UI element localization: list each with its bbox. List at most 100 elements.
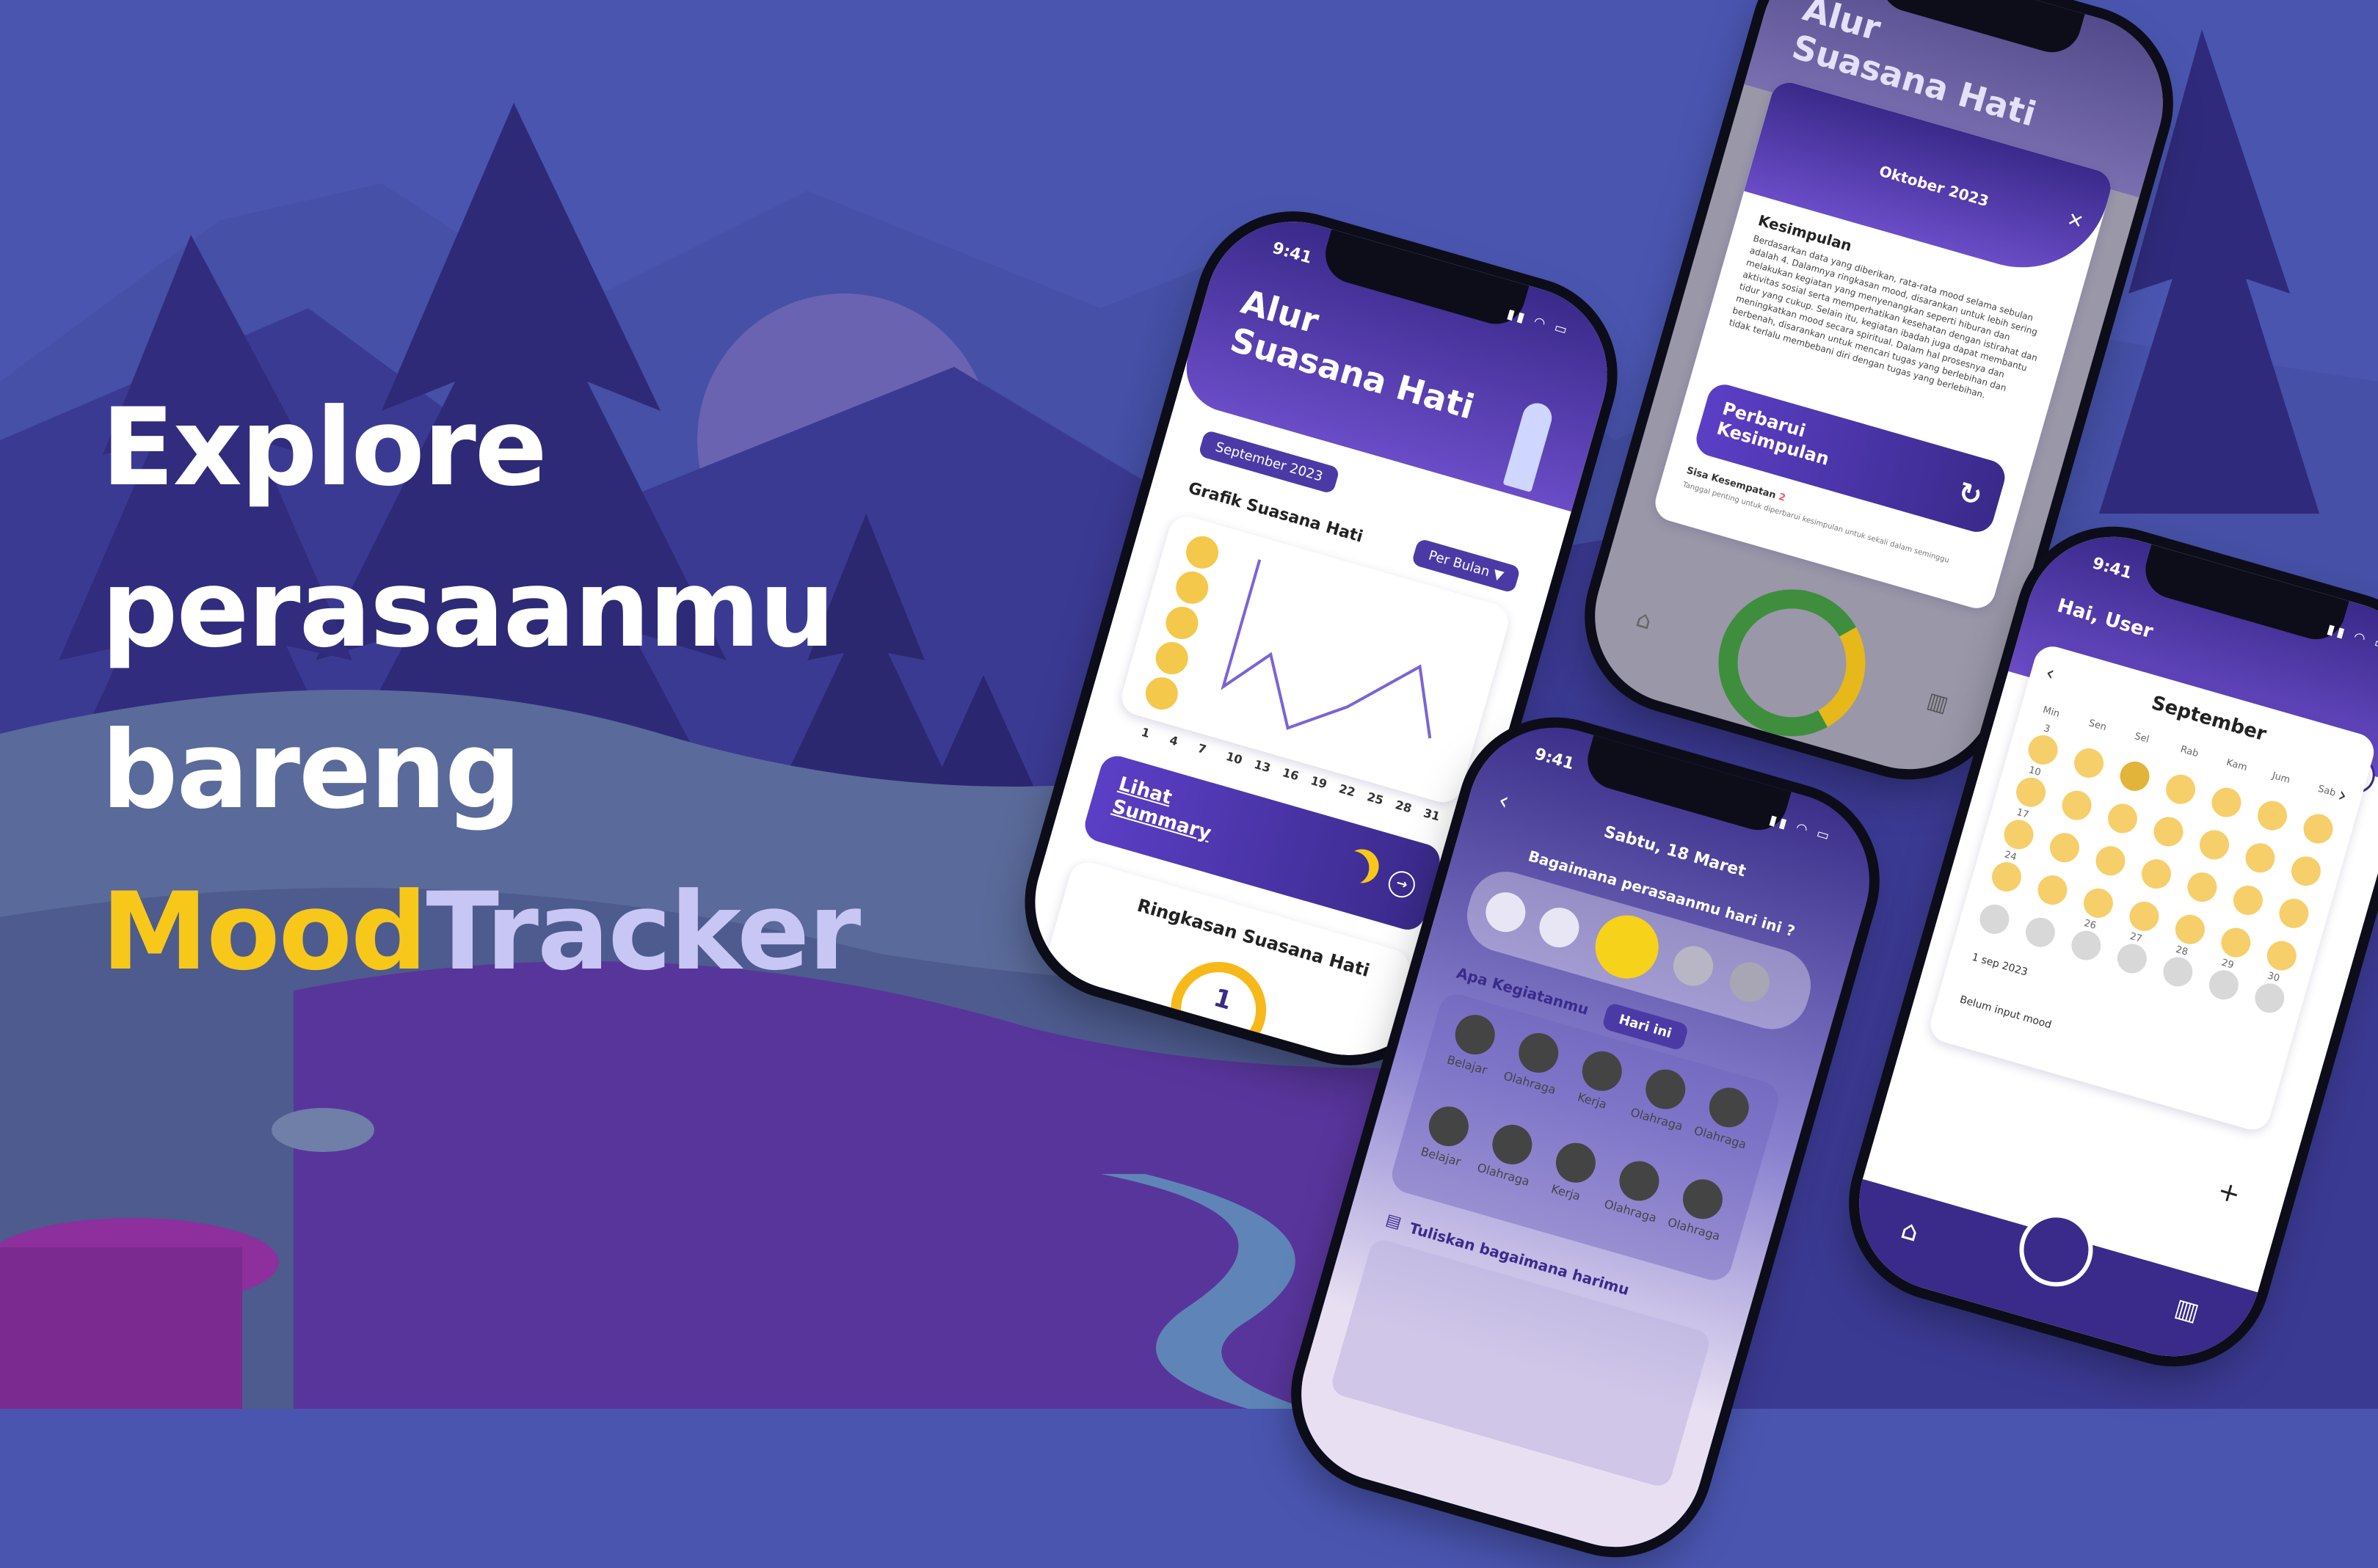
period-dropdown-label: Per Bulan	[1427, 547, 1492, 580]
tools-icon[interactable]	[1577, 1046, 1627, 1096]
calendar-mood-day[interactable]	[2162, 771, 2199, 808]
mood-option-very-sad[interactable]	[1725, 958, 1775, 1007]
calendar-empty-day[interactable]	[2159, 953, 2197, 991]
headline-line-1: Explore	[101, 385, 548, 510]
x-tick: 31	[1422, 806, 1442, 824]
journal-input[interactable]	[1328, 1236, 1712, 1489]
bicycle-icon[interactable]	[1615, 1156, 1664, 1206]
calendar-mood-day[interactable]	[2230, 882, 2266, 919]
chevron-down-icon: ▼	[1491, 566, 1505, 584]
date-title: Sabtu, 18 Maret	[1601, 823, 1748, 881]
calendar-empty-day[interactable]	[2206, 966, 2242, 1004]
x-tick: 13	[1252, 757, 1273, 776]
calendar-mood-day[interactable]	[2092, 842, 2129, 879]
x-tick: 28	[1393, 798, 1414, 816]
date-number: 27	[2128, 930, 2144, 945]
calendar-mood-day[interactable]	[2046, 829, 2083, 867]
status-icons: ▮▮ ◠ ▭	[1767, 812, 1834, 845]
calendar-mood-day[interactable]	[2024, 732, 2062, 768]
study-icon[interactable]	[1450, 1010, 1500, 1060]
calendar-mood-day[interactable]	[2254, 797, 2291, 834]
calendar-empty-day[interactable]	[2114, 940, 2150, 977]
tools-icon[interactable]	[1551, 1138, 1601, 1188]
weekday-label: Jum	[2270, 770, 2291, 787]
view-summary-label: Lihat Summary	[1109, 773, 1214, 845]
calendar-mood-day[interactable]	[2104, 800, 2141, 837]
arrow-right-icon: →	[1385, 868, 1419, 901]
calendar-mood-day[interactable]	[2000, 816, 2037, 853]
refresh-conclusion-button[interactable]: Perbarui Kesimpulan ↻	[1692, 380, 2010, 536]
x-tick: 16	[1281, 765, 1301, 784]
calendar-mood-day[interactable]	[2196, 826, 2233, 864]
mood-option-neutral[interactable]	[1588, 908, 1666, 986]
calendar-empty-day[interactable]	[2022, 914, 2059, 951]
calendar-mood-day[interactable]	[2150, 813, 2187, 850]
prev-month-icon[interactable]: ‹	[2043, 660, 2058, 686]
date-number: 26	[2082, 917, 2098, 932]
brand-name: MoodTracker	[101, 851, 861, 1013]
activity-label: Olahraga	[1629, 1105, 1685, 1134]
calendar-mood-day[interactable]	[2241, 839, 2279, 877]
calendar-empty-day[interactable]	[1976, 900, 2013, 938]
calendar-mood-day[interactable]	[2126, 898, 2163, 935]
calendar-mood-day[interactable]	[2275, 895, 2313, 932]
calendar-mood-day[interactable]	[2172, 911, 2208, 948]
moon-icon	[1331, 847, 1373, 889]
study-icon[interactable]	[1424, 1101, 1474, 1151]
calendar-mood-day[interactable]	[2208, 784, 2245, 821]
date-number: 10	[2027, 765, 2043, 779]
weekday-label: Sen	[2087, 718, 2108, 734]
calendar-mood-day[interactable]	[2217, 924, 2255, 961]
calendar-mood-day[interactable]	[2012, 773, 2049, 811]
activity-label: Kerja	[1549, 1181, 1582, 1203]
headline-line-3: bareng	[101, 708, 522, 833]
bicycle-icon[interactable]	[1678, 1174, 1728, 1224]
x-tick: 1	[1139, 724, 1152, 741]
selected-date: 1 sep 2023	[1970, 951, 2029, 979]
mood-option-happy[interactable]	[1535, 902, 1584, 952]
x-tick: 19	[1309, 773, 1329, 792]
journal-icon: ▤	[1383, 1211, 1404, 1233]
stats-icon[interactable]: ▥	[1924, 688, 1952, 718]
calendar-empty-day[interactable]	[2251, 980, 2288, 1016]
calendar-mood-day[interactable]	[2034, 872, 2071, 908]
mood-face-icon[interactable]	[2010, 1204, 2102, 1296]
calendar-mood-day[interactable]	[2184, 869, 2221, 905]
activity-label: Olahraga	[1602, 1197, 1659, 1225]
calendar-mood-day[interactable]	[2299, 810, 2337, 847]
date-number: 28	[2174, 944, 2189, 958]
stats-icon[interactable]: ▥	[2172, 1293, 2203, 1327]
bicycle-icon[interactable]	[1640, 1065, 1690, 1114]
brand-tracker: Tracker	[426, 869, 861, 994]
home-icon[interactable]: ⌂	[1898, 1214, 1922, 1248]
x-tick: 22	[1337, 781, 1357, 800]
back-arrow-icon[interactable]: ‹	[1495, 786, 1513, 817]
mood-line-series	[1221, 559, 1432, 739]
status-time: 9:41	[1532, 745, 1577, 774]
activity-label: Olahraga	[1475, 1160, 1532, 1189]
next-month-icon[interactable]: ›	[2335, 782, 2350, 808]
bicycle-icon[interactable]	[1488, 1120, 1537, 1170]
calendar-mood-day[interactable]	[2288, 853, 2324, 889]
activity-label: Olahraga	[1502, 1068, 1558, 1097]
headline: Explore perasaanmu bareng MoodTracker	[101, 367, 861, 1013]
add-mood-button[interactable]: +	[2214, 1175, 2244, 1211]
calendar-mood-day[interactable]	[2058, 787, 2095, 824]
home-icon[interactable]: ⌂	[1633, 604, 1655, 635]
mood-option-sad[interactable]	[1668, 941, 1718, 991]
weekday-label: Kam	[2225, 756, 2249, 774]
date-number: 24	[2003, 849, 2018, 864]
calendar-mood-day[interactable]	[2264, 937, 2300, 974]
weekday-label: Sab	[2316, 783, 2338, 799]
calendar-mood-day[interactable]	[2080, 885, 2117, 922]
calendar-mood-day[interactable]	[2138, 856, 2175, 892]
bicycle-icon[interactable]	[1513, 1028, 1563, 1078]
mood-option-very-happy[interactable]	[1480, 887, 1530, 937]
activity-label: Belajar	[1445, 1052, 1489, 1078]
calendar-mood-day[interactable]	[2116, 758, 2153, 795]
bicycle-icon[interactable]	[1704, 1082, 1754, 1132]
calendar-mood-day[interactable]	[2070, 745, 2107, 781]
calendar-empty-day[interactable]	[2068, 927, 2105, 964]
calendar-mood-day[interactable]	[1988, 858, 2025, 895]
x-tick: 25	[1365, 790, 1386, 808]
